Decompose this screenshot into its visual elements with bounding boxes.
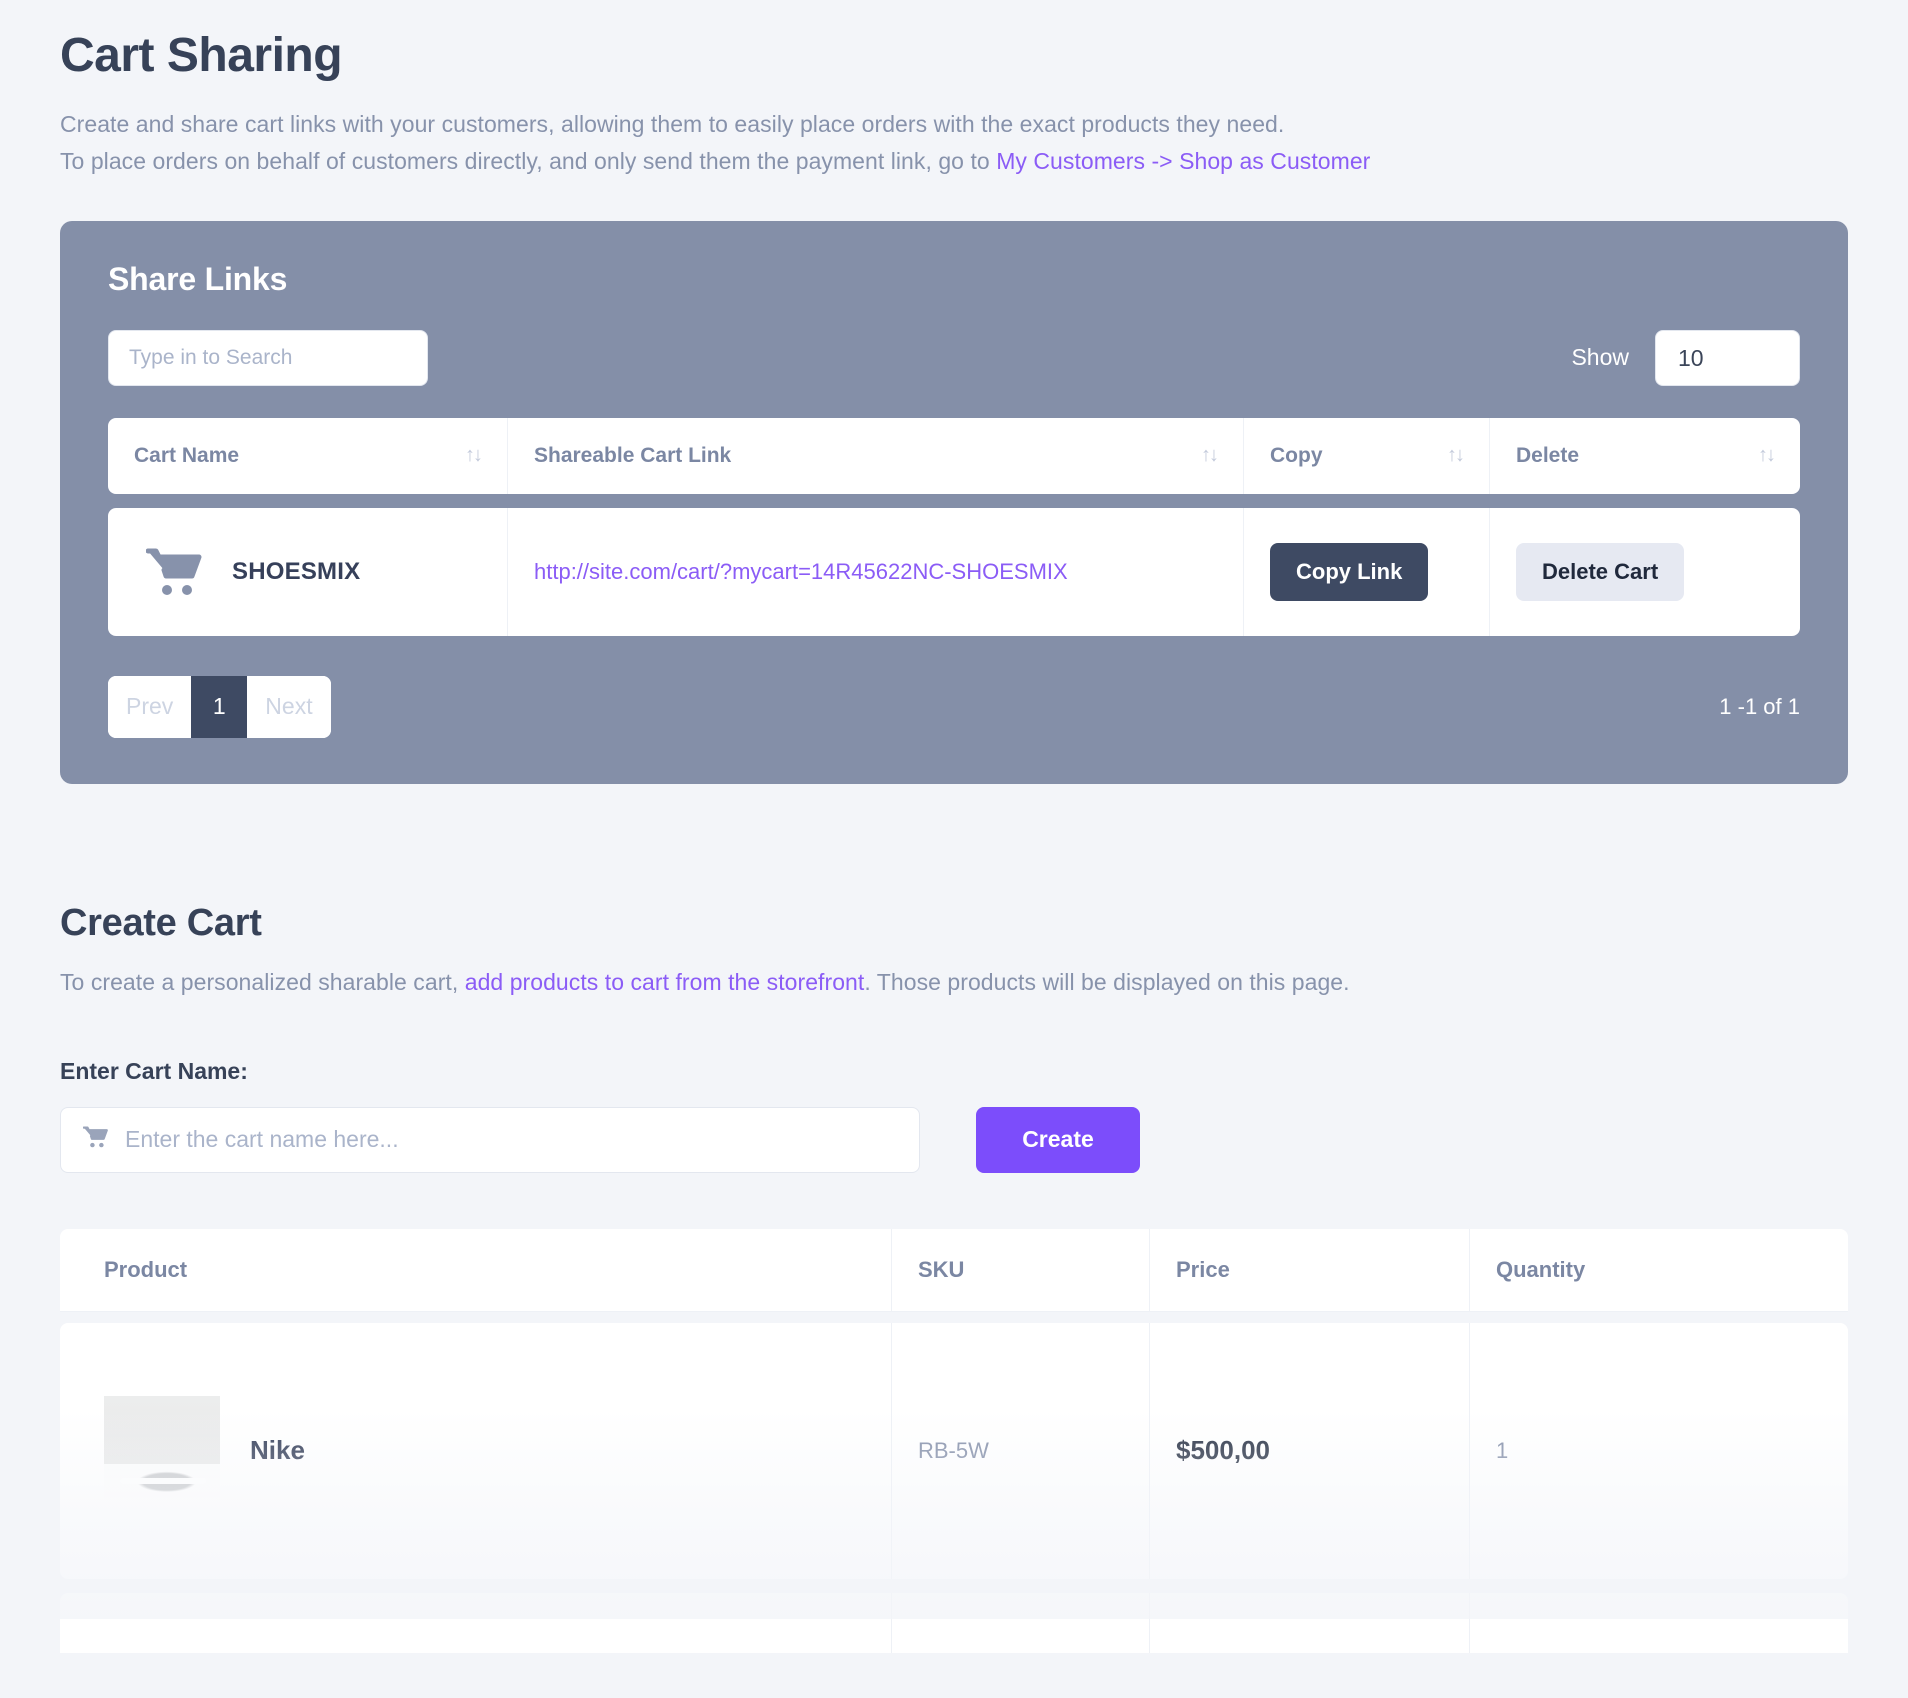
show-entries-select[interactable]: 10 (1655, 330, 1800, 386)
cell-product-partial (60, 1593, 892, 1653)
cell-quantity-partial (1470, 1593, 1848, 1653)
show-entries-group: Show 10 (1571, 330, 1800, 386)
product-price: $500,00 (1176, 1435, 1270, 1466)
shopping-cart-icon (83, 1125, 109, 1154)
cell-cart-name: SHOESMIX (108, 508, 508, 636)
table-row-partial (60, 1593, 1848, 1653)
column-header-copy[interactable]: Copy ↑↓ (1244, 418, 1490, 494)
cell-price: $500,00 (1150, 1323, 1470, 1579)
column-label-cart-name: Cart Name (134, 444, 239, 468)
column-header-sku: SKU (892, 1229, 1150, 1311)
column-label-shareable-cart-link: Shareable Cart Link (534, 444, 731, 468)
create-cart-desc-suffix: . Those products will be displayed on th… (864, 969, 1349, 995)
intro-text-2: To place orders on behalf of customers d… (60, 148, 996, 174)
product-quantity: 1 (1496, 1438, 1508, 1464)
pagination-page-1-button[interactable]: 1 (191, 676, 247, 738)
create-cart-title: Create Cart (60, 902, 1848, 945)
shareable-cart-link[interactable]: http://site.com/cart/?mycart=14R45622NC-… (534, 559, 1068, 585)
cell-quantity: 1 (1470, 1323, 1848, 1579)
page-title: Cart Sharing (60, 26, 1848, 86)
search-input[interactable] (108, 330, 428, 386)
pagination-prev-button[interactable]: Prev (108, 676, 191, 738)
intro-line-2: To place orders on behalf of customers d… (60, 143, 1848, 180)
cell-product: Nike (60, 1323, 892, 1579)
shop-as-customer-link[interactable]: My Customers -> Shop as Customer (996, 148, 1370, 174)
cell-copy: Copy Link (1244, 508, 1490, 636)
intro-line-1: Create and share cart links with your cu… (60, 106, 1848, 143)
column-header-product: Product (60, 1229, 892, 1311)
column-header-shareable-cart-link[interactable]: Shareable Cart Link ↑↓ (508, 418, 1244, 494)
add-products-storefront-link[interactable]: add products to cart from the storefront (465, 969, 865, 995)
column-header-delete[interactable]: Delete ↑↓ (1490, 418, 1800, 494)
cart-sharing-page: Cart Sharing Create and share cart links… (0, 0, 1908, 1698)
cell-sku: RB-5W (892, 1323, 1150, 1579)
create-cart-desc-prefix: To create a personalized sharable cart, (60, 969, 465, 995)
pagination-count-label: 1 -1 of 1 (1719, 694, 1800, 720)
sort-icon[interactable]: ↑↓ (465, 444, 481, 467)
cell-shareable-cart-link: http://site.com/cart/?mycart=14R45622NC-… (508, 508, 1244, 636)
shopping-cart-icon (146, 547, 204, 597)
pagination-next-button[interactable]: Next (247, 676, 330, 738)
column-label-delete: Delete (1516, 444, 1579, 468)
product-sku: RB-5W (918, 1438, 989, 1464)
copy-link-button[interactable]: Copy Link (1270, 543, 1428, 601)
product-thumbnail-image (104, 1396, 220, 1506)
create-button[interactable]: Create (976, 1107, 1140, 1173)
cell-price-partial (1150, 1593, 1470, 1653)
show-label: Show (1571, 344, 1629, 371)
sort-icon[interactable]: ↑↓ (1758, 444, 1774, 467)
cell-sku-partial (892, 1593, 1150, 1653)
cart-name-input[interactable] (125, 1126, 897, 1153)
product-name: Nike (250, 1435, 305, 1466)
cell-delete: Delete Cart (1490, 508, 1800, 636)
share-links-controls: Show 10 (108, 330, 1800, 386)
intro-text-1: Create and share cart links with your cu… (60, 111, 1284, 137)
cart-name-value: SHOESMIX (232, 558, 360, 586)
share-links-panel: Share Links Show 10 Cart Name ↑↓ Shareab… (60, 221, 1848, 784)
delete-cart-button[interactable]: Delete Cart (1516, 543, 1684, 601)
share-links-title: Share Links (108, 261, 1800, 298)
table-row: Nike RB-5W $500,00 1 (60, 1323, 1848, 1579)
table-row: SHOESMIX http://site.com/cart/?mycart=14… (108, 508, 1800, 636)
column-header-cart-name[interactable]: Cart Name ↑↓ (108, 418, 508, 494)
column-header-quantity: Quantity (1470, 1229, 1848, 1311)
cart-name-field-label: Enter Cart Name: (60, 1058, 1848, 1085)
column-label-copy: Copy (1270, 444, 1323, 468)
pagination: Prev 1 Next (108, 676, 331, 738)
create-cart-section: Create Cart To create a personalized sha… (60, 902, 1848, 1653)
cart-name-input-wrapper[interactable] (60, 1107, 920, 1173)
create-cart-form: Create (60, 1107, 1848, 1173)
column-header-price: Price (1150, 1229, 1470, 1311)
sort-icon[interactable]: ↑↓ (1201, 444, 1217, 467)
product-table: Product SKU Price Quantity Nike RB-5W $5… (60, 1229, 1848, 1653)
product-table-header: Product SKU Price Quantity (60, 1229, 1848, 1311)
create-cart-description: To create a personalized sharable cart, … (60, 969, 1848, 996)
share-links-table-header: Cart Name ↑↓ Shareable Cart Link ↑↓ Copy… (108, 418, 1800, 494)
sort-icon[interactable]: ↑↓ (1447, 444, 1463, 467)
pagination-row: Prev 1 Next 1 -1 of 1 (108, 676, 1800, 738)
